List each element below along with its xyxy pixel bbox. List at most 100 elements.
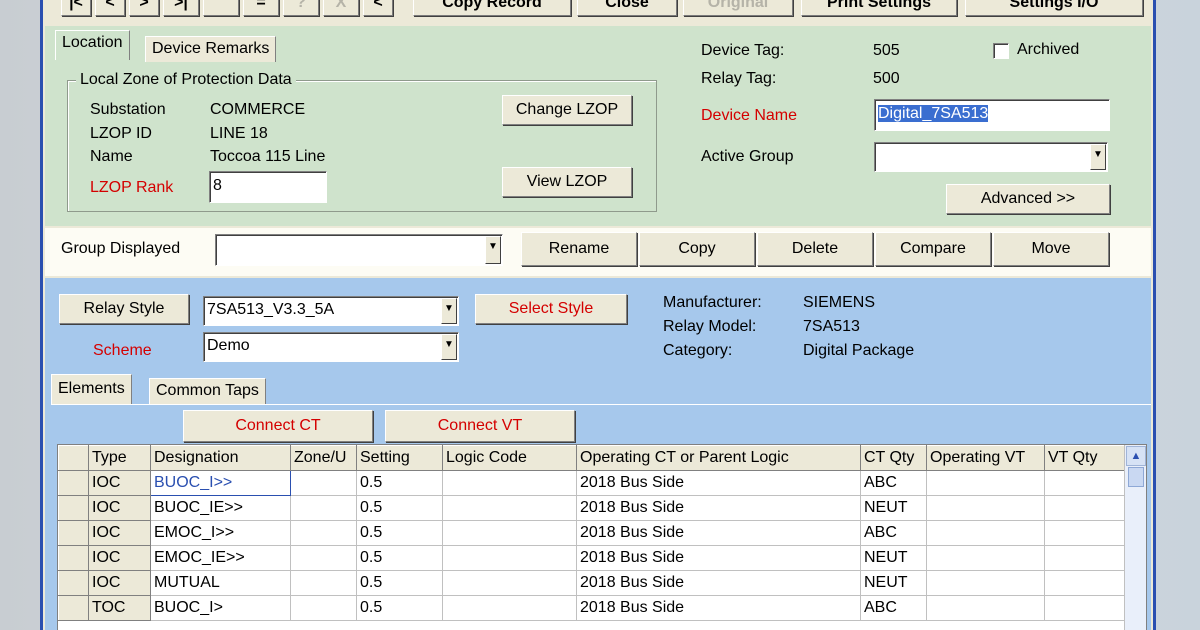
relay-style-select[interactable]: 7SA513_V3.3_5A ▼	[203, 296, 459, 326]
vt-qty-cell[interactable]	[1044, 520, 1125, 546]
row-selector[interactable]	[58, 520, 89, 546]
rename-button[interactable]: Rename	[521, 232, 637, 266]
row-selector[interactable]	[58, 595, 89, 621]
scheme-dropdown-icon[interactable]: ▼	[441, 334, 457, 360]
group-displayed-dropdown-icon[interactable]: ▼	[485, 236, 501, 264]
delete-button[interactable]: Delete	[757, 232, 873, 266]
close-button[interactable]: Close	[577, 0, 677, 16]
table-row[interactable]: IOC BUOC_I>> 0.5 2018 Bus Side ABC	[58, 470, 1125, 496]
logic-code-cell[interactable]	[442, 520, 577, 546]
copy-button[interactable]: Copy	[639, 232, 755, 266]
grid-scrollbar[interactable]: ▲	[1124, 445, 1146, 630]
type-cell[interactable]: IOC	[88, 520, 151, 546]
operating-vt-cell[interactable]	[926, 470, 1045, 496]
table-row[interactable]: IOC EMOC_IE>> 0.5 2018 Bus Side NEUT	[58, 545, 1125, 571]
designation-cell[interactable]: BUOC_I>	[150, 595, 291, 621]
setting-cell[interactable]: 0.5	[356, 595, 443, 621]
edit-record-button[interactable]: =	[243, 0, 279, 16]
cancel-record-button[interactable]: X	[323, 0, 359, 16]
ct-qty-cell[interactable]: ABC	[860, 470, 927, 496]
operating-vt-cell[interactable]	[926, 595, 1045, 621]
setting-cell[interactable]: 0.5	[356, 470, 443, 496]
operating-ct-cell[interactable]: 2018 Bus Side	[576, 520, 861, 546]
undo-button[interactable]: <	[363, 0, 393, 16]
last-record-button[interactable]: >|	[163, 0, 199, 16]
active-group-select[interactable]: ▼	[874, 142, 1108, 172]
relay-style-dropdown-icon[interactable]: ▼	[441, 298, 457, 324]
setting-cell[interactable]: 0.5	[356, 495, 443, 521]
vt-qty-cell[interactable]	[1044, 545, 1125, 571]
column-header[interactable]: Operating VT	[926, 445, 1045, 471]
designation-cell[interactable]: MUTUAL	[150, 570, 291, 596]
archived-checkbox[interactable]	[993, 43, 1009, 59]
logic-code-cell[interactable]	[442, 570, 577, 596]
operating-vt-cell[interactable]	[926, 495, 1045, 521]
table-row[interactable]: IOC BUOC_IE>> 0.5 2018 Bus Side NEUT	[58, 495, 1125, 521]
new-record-button[interactable]	[203, 0, 239, 16]
setting-cell[interactable]: 0.5	[356, 545, 443, 571]
designation-cell[interactable]: EMOC_I>>	[150, 520, 291, 546]
operating-vt-cell[interactable]	[926, 570, 1045, 596]
save-record-button[interactable]: ?	[283, 0, 319, 16]
setting-cell[interactable]: 0.5	[356, 570, 443, 596]
logic-code-cell[interactable]	[442, 495, 577, 521]
type-cell[interactable]: TOC	[88, 595, 151, 621]
operating-vt-cell[interactable]	[926, 545, 1045, 571]
logic-code-cell[interactable]	[442, 545, 577, 571]
move-button[interactable]: Move	[993, 232, 1109, 266]
operating-ct-cell[interactable]: 2018 Bus Side	[576, 595, 861, 621]
type-cell[interactable]: IOC	[88, 495, 151, 521]
zone-cell[interactable]	[290, 570, 357, 596]
compare-button[interactable]: Compare	[875, 232, 991, 266]
ct-qty-cell[interactable]: NEUT	[860, 545, 927, 571]
settings-io-button[interactable]: Settings I/O	[965, 0, 1143, 16]
column-header[interactable]: Operating CT or Parent Logic	[576, 445, 861, 471]
column-header[interactable]: Zone/U	[290, 445, 357, 471]
ct-qty-cell[interactable]: ABC	[860, 595, 927, 621]
operating-ct-cell[interactable]: 2018 Bus Side	[576, 495, 861, 521]
designation-cell[interactable]: BUOC_I>>	[150, 470, 291, 496]
device-name-input[interactable]: Digital_7SA513	[874, 99, 1110, 131]
next-record-button[interactable]: >	[129, 0, 159, 16]
operating-vt-cell[interactable]	[926, 520, 1045, 546]
ct-qty-cell[interactable]: NEUT	[860, 570, 927, 596]
table-row[interactable]: IOC MUTUAL 0.5 2018 Bus Side NEUT	[58, 570, 1125, 596]
type-cell[interactable]: IOC	[88, 570, 151, 596]
type-cell[interactable]: IOC	[88, 470, 151, 496]
vt-qty-cell[interactable]	[1044, 595, 1125, 621]
original-button[interactable]: Original	[683, 0, 793, 16]
vt-qty-cell[interactable]	[1044, 495, 1125, 521]
connect-vt-button[interactable]: Connect VT	[385, 410, 575, 442]
first-record-button[interactable]: |<	[61, 0, 91, 16]
column-header[interactable]: Type	[88, 445, 151, 471]
vt-qty-cell[interactable]	[1044, 470, 1125, 496]
column-header[interactable]: CT Qty	[860, 445, 927, 471]
setting-cell[interactable]: 0.5	[356, 520, 443, 546]
zone-cell[interactable]	[290, 595, 357, 621]
operating-ct-cell[interactable]: 2018 Bus Side	[576, 570, 861, 596]
ct-qty-cell[interactable]: ABC	[860, 520, 927, 546]
prev-record-button[interactable]: <	[95, 0, 125, 16]
tab-device-remarks[interactable]: Device Remarks	[145, 36, 277, 62]
relay-style-button[interactable]: Relay Style	[59, 294, 189, 324]
logic-code-cell[interactable]	[442, 595, 577, 621]
row-selector[interactable]	[58, 495, 89, 521]
row-selector[interactable]	[58, 570, 89, 596]
column-header[interactable]: VT Qty	[1044, 445, 1125, 471]
operating-ct-cell[interactable]: 2018 Bus Side	[576, 470, 861, 496]
print-settings-button[interactable]: Print Settings	[801, 0, 957, 16]
select-style-button[interactable]: Select Style	[475, 294, 627, 324]
lzop-rank-input[interactable]: 8	[209, 171, 327, 203]
table-row[interactable]: TOC BUOC_I> 0.5 2018 Bus Side ABC	[58, 595, 1125, 621]
active-group-dropdown-icon[interactable]: ▼	[1090, 144, 1106, 170]
advanced-button[interactable]: Advanced >>	[946, 184, 1110, 214]
view-lzop-button[interactable]: View LZOP	[502, 167, 632, 197]
change-lzop-button[interactable]: Change LZOP	[502, 95, 632, 125]
zone-cell[interactable]	[290, 545, 357, 571]
scroll-thumb[interactable]	[1128, 467, 1144, 487]
designation-cell[interactable]: EMOC_IE>>	[150, 545, 291, 571]
row-selector[interactable]	[58, 470, 89, 496]
type-cell[interactable]: IOC	[88, 545, 151, 571]
group-displayed-select[interactable]: ▼	[215, 234, 503, 266]
scroll-up-icon[interactable]: ▲	[1126, 446, 1146, 466]
